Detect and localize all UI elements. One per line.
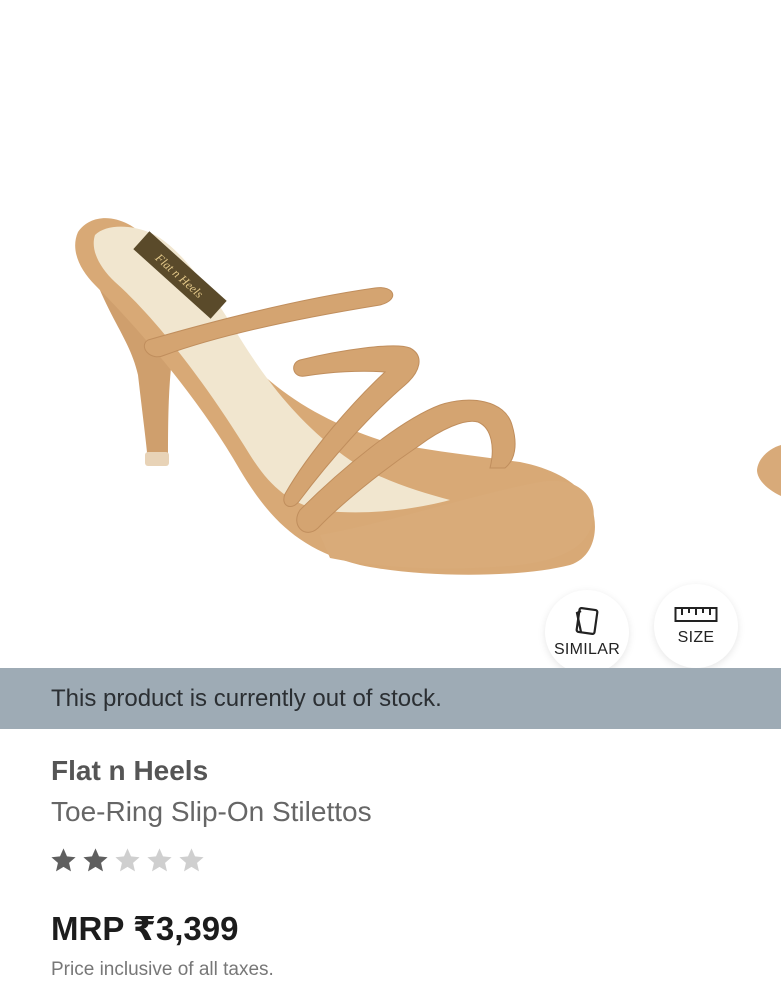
product-image-area[interactable]: Flat n Heels SIMILAR SIZE	[0, 0, 781, 668]
rating-stars[interactable]	[49, 846, 206, 875]
next-image-peek	[757, 445, 781, 496]
cards-icon	[575, 607, 599, 635]
similar-label: SIMILAR	[553, 641, 621, 658]
size-button[interactable]: SIZE	[654, 584, 738, 668]
product-name: Toe-Ring Slip-On Stilettos	[51, 796, 372, 827]
similar-button[interactable]: SIMILAR	[545, 590, 629, 668]
tax-note: Price inclusive of all taxes.	[51, 959, 274, 980]
star-filled-icon	[51, 848, 76, 872]
product-image[interactable]: Flat n Heels	[0, 0, 781, 668]
size-label: SIZE	[677, 629, 715, 646]
star-empty-icon	[179, 848, 204, 872]
out-of-stock-banner: This product is currently out of stock.	[0, 668, 781, 729]
out-of-stock-text: This product is currently out of stock.	[51, 684, 442, 712]
product-price: MRP ₹3,399	[51, 910, 239, 947]
star-empty-icon	[115, 848, 140, 872]
heel-tip	[145, 452, 169, 466]
ruler-icon	[674, 607, 718, 622]
product-brand[interactable]: Flat n Heels	[51, 755, 208, 787]
star-empty-icon	[147, 848, 172, 872]
star-filled-icon	[83, 848, 108, 872]
product-page: Flat n Heels SIMILAR SIZE This product i…	[0, 0, 781, 1000]
